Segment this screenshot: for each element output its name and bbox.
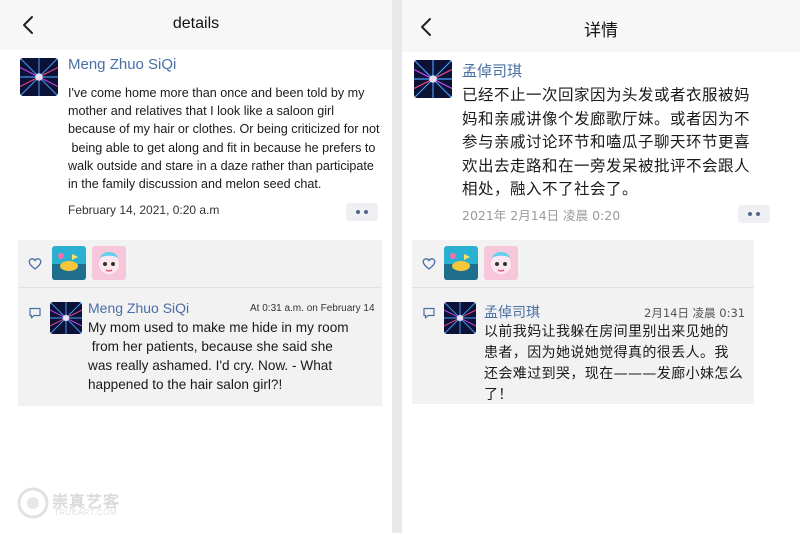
panel-divider (392, 0, 402, 533)
comment-icon (28, 306, 42, 320)
more-dots-icon (756, 212, 760, 216)
liker-avatar[interactable] (444, 246, 478, 280)
page-title: 详情 (584, 21, 618, 41)
post-line: being able to get along and fit in becau… (68, 140, 376, 155)
liker-avatar[interactable] (52, 246, 86, 280)
post-author[interactable]: Meng Zhuo SiQi (68, 56, 176, 73)
top-bar: 详情 (402, 0, 800, 52)
comment-line: 患者，因为她说她觉得真的很丢人。我 (484, 345, 729, 361)
comment-author[interactable]: 孟倬司琪 (484, 302, 540, 322)
post-timestamp: February 14, 2021, 0:20 a.m (68, 203, 220, 217)
comment-timestamp: At 0:31 a.m. on February 14 (250, 303, 375, 314)
interaction-panel: 孟倬司琪 2月14日 凌晨 0:31 以前我妈让我躲在房间里别出来见她的 患者，… (412, 240, 754, 404)
post-author[interactable]: 孟倬司琪 (462, 60, 522, 81)
liker-avatar[interactable] (92, 246, 126, 280)
post-line: mother and relatives that I look like a … (68, 104, 335, 119)
liker-avatar[interactable] (484, 246, 518, 280)
post-body: 已经不止一次回家因为头发或者衣服被妈 妈和亲戚讲像个发廊歌厅妹。或者因为不 参与… (462, 84, 798, 202)
post-line: 妈和亲戚讲像个发廊歌厅妹。或者因为不 (462, 109, 751, 128)
post-line: 相处，融入不了社会了。 (462, 180, 639, 198)
divider (412, 287, 754, 288)
more-dots-icon (356, 210, 360, 214)
post-timestamp: 2021年 2月14日 凌晨 0:20 (462, 208, 621, 223)
author-avatar[interactable] (20, 58, 58, 96)
top-bar: details (0, 0, 392, 50)
comment-body: My mom used to make me hide in my room f… (88, 318, 378, 394)
watermark: 崇真艺客 TRUEART.COM (16, 484, 136, 524)
comment-line: 还会难过到哭，现在———发廊小妹怎么 (484, 366, 744, 382)
commenter-avatar[interactable] (50, 302, 82, 334)
left-panel: details Meng Zhuo SiQi I've come home mo… (0, 0, 392, 533)
heart-icon (422, 257, 436, 271)
likes-row (18, 240, 382, 284)
post-line: I've come home more than once and been t… (68, 86, 365, 100)
comment-body: 以前我妈让我躲在房间里别出来见她的 患者，因为她说她觉得真的很丢人。我 还会难过… (484, 322, 752, 406)
post-line: 已经不止一次回家因为头发或者衣服被妈 (462, 86, 751, 104)
post-line: because of my hair or clothes. Or being … (68, 122, 380, 137)
comment-author[interactable]: Meng Zhuo SiQi (88, 300, 189, 316)
post-line: walk outside and stare in a daze rather … (68, 158, 374, 173)
watermark-logo-icon (17, 487, 49, 519)
page-title: details (172, 15, 220, 32)
comment-timestamp: 2月14日 凌晨 0:31 (644, 306, 746, 320)
comment-line: 以前我妈让我躲在房间里别出来见她的 (484, 324, 729, 340)
divider (18, 287, 382, 288)
comment-line: 了！ (484, 387, 513, 403)
post-body: I've come home more than once and been t… (68, 84, 388, 193)
comment-line: happened to the hair salon girl?! (88, 377, 283, 392)
interaction-panel: Meng Zhuo SiQi At 0:31 a.m. on February … (18, 240, 382, 406)
comment-line: from her patients, because she said she (88, 339, 333, 354)
post-line: in the family discussion and melon seed … (68, 177, 322, 192)
more-options-button[interactable] (346, 203, 378, 221)
post-line: 欢出去走路和在一旁发呆被批评不会跟人 (462, 156, 751, 175)
more-options-button[interactable] (738, 205, 770, 223)
heart-icon (28, 257, 42, 271)
more-dots-icon (748, 212, 752, 216)
comment-line: My mom used to make me hide in my room (88, 320, 349, 335)
commenter-avatar[interactable] (444, 302, 476, 334)
comment-icon (422, 306, 436, 320)
right-panel: 详情 孟倬司琪 已经不止一次回家因为头发或者衣服被妈 妈和亲戚讲像个发廊歌厅妹。… (402, 0, 800, 533)
likes-row (412, 240, 754, 284)
watermark-site: TRUEART.COM (54, 508, 118, 517)
author-avatar[interactable] (414, 60, 452, 98)
comment-line: was really ashamed. I'd cry. Now. - What (88, 358, 333, 373)
post-line: 参与亲戚讨论环节和嗑瓜子聊天环节更喜 (462, 133, 751, 151)
more-dots-icon (364, 210, 368, 214)
